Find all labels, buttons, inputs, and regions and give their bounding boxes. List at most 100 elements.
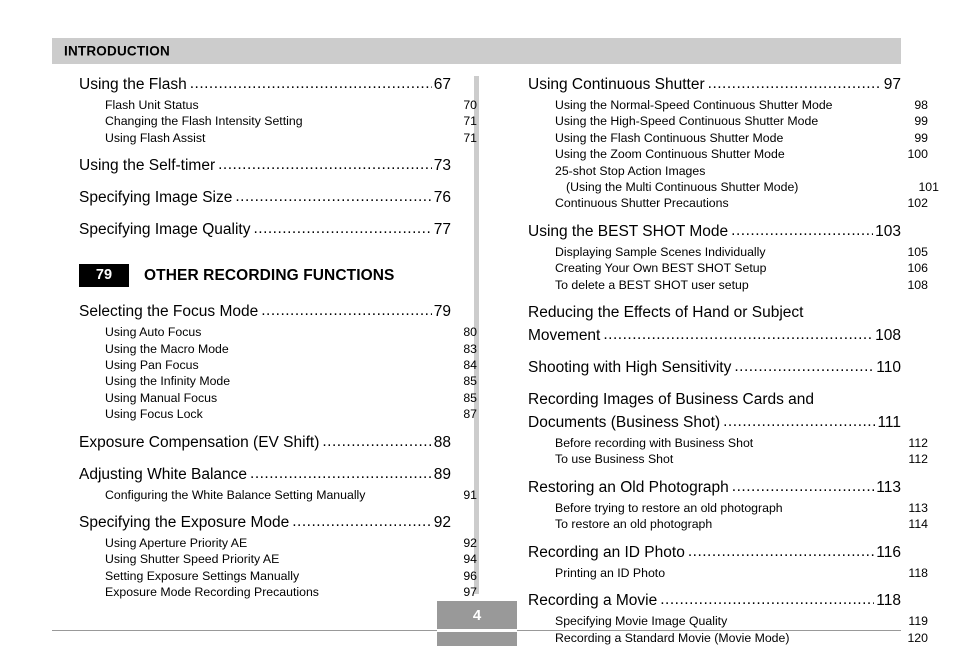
toc-entry-page-number: 94 [463,552,477,567]
toc-entry[interactable]: Recording an ID Photo 116 [528,540,901,565]
toc-entry[interactable]: To restore an old photograph 114 [528,516,928,532]
toc-entry[interactable]: 25-shot Stop Action Images [528,163,928,179]
toc-entry[interactable]: Restoring an Old Photograph 113 [528,475,901,500]
footer-page-number: 4 [472,607,482,624]
toc-entry[interactable]: Specifying Image Quality 77 [79,217,451,242]
toc-entry[interactable]: Selecting the Focus Mode 79 [79,299,451,324]
toc-entry[interactable]: Exposure Compensation (EV Shift) 88 [79,430,451,455]
toc-entry-page-number: 71 [463,114,477,129]
toc-entry-label: Exposure Compensation (EV Shift) [79,433,320,451]
toc-entry[interactable]: Using Manual Focus 85 [79,390,477,406]
toc-entry-page-number: 114 [908,517,928,532]
toc-entry[interactable]: Using Flash Assist 71 [79,130,477,146]
dot-leader [731,218,873,243]
dot-leader [322,429,431,454]
toc-entry[interactable]: Before recording with Business Shot 112 [528,435,928,451]
toc-entry[interactable]: Using Continuous Shutter 97 [528,72,901,97]
toc-entry-page-number: 118 [908,565,928,580]
toc-entry-label: Recording an ID Photo [528,543,685,561]
toc-entry-page-number: 76 [433,189,451,207]
toc-entry[interactable]: Flash Unit Status 70 [79,97,477,113]
footer-rule-gap [437,629,517,632]
toc-entry-label: To use Business Shot [555,452,674,467]
toc-entry[interactable]: Changing the Flash Intensity Setting 71 [79,113,477,129]
toc-page: INTRODUCTION Using the Flash 67 Flash Unit… [0,0,954,646]
toc-entry-label: Using the Self-timer [79,157,216,175]
toc-entry-label: Using the Flash Continuous Shutter Mode [555,130,784,145]
toc-entry-label: Using Continuous Shutter [528,76,705,93]
toc-entry[interactable]: Creating Your Own BEST SHOT Setup 106 [528,260,928,276]
toc-entry[interactable]: Shooting with High Sensitivity 110 [528,355,901,380]
toc-entry[interactable]: Displaying Sample Scenes Individually 105 [528,244,928,260]
toc-entry-label: Using Aperture Priority AE [105,536,248,551]
toc-entry-page-number: 102 [907,196,928,211]
toc-entry[interactable]: Specifying Movie Image Quality 119 [528,613,928,629]
toc-entry-page-number: 91 [463,487,477,502]
toc-entry-label: Documents (Business Shot) [528,414,721,432]
toc-entry[interactable]: Continuous Shutter Precautions 102 [528,195,928,211]
toc-entry-page-number: 119 [908,614,928,629]
toc-entry-page-number: 105 [907,244,928,259]
toc-entry[interactable]: Specifying Image Size 76 [79,185,451,210]
toc-entry[interactable]: (Using the Multi Continuous Shutter Mode… [528,179,939,195]
toc-entry[interactable]: Recording a Standard Movie (Movie Mode) 1… [528,630,928,646]
toc-entry[interactable]: Using the Self-timer 73 [79,153,451,178]
toc-entry-page-number: 79 [433,303,451,321]
toc-entry[interactable]: Using Aperture Priority AE 92 [79,535,477,551]
toc-entry[interactable]: Using the BEST SHOT Mode 103 [528,219,901,244]
toc-entry[interactable]: Using the High-Speed Continuous Shutter … [528,113,928,129]
toc-entry[interactable]: Printing an ID Photo 118 [528,565,928,581]
toc-entry-page-number: 101 [918,180,939,195]
toc-entry[interactable]: Documents (Business Shot) 111 [528,410,901,435]
toc-entry-label: Specifying Image Size [79,189,233,207]
toc-entry-label: Using Focus Lock [105,407,203,422]
toc-entry[interactable]: Exposure Mode Recording Precautions 97 [79,584,477,600]
toc-entry-label: Using Flash Assist [105,130,206,145]
chapter-number-badge: 79 [79,264,129,288]
dot-leader [253,216,431,241]
dot-leader [708,71,882,96]
toc-entry[interactable]: Specifying the Exposure Mode 92 [79,510,451,535]
toc-entry-label: Changing the Flash Intensity Setting [105,114,303,129]
toc-entry[interactable]: Recording a Movie 118 [528,588,901,613]
dot-leader [235,184,431,209]
dot-leader [603,322,873,347]
toc-entry[interactable]: Movement 108 [528,323,901,348]
dot-leader [688,539,874,564]
toc-entry-page-number: 99 [914,114,928,129]
toc-entry-page-number: 112 [908,452,928,467]
dot-leader [723,409,875,434]
footer-page-block: 4 [437,601,517,646]
toc-entry-label: Restoring an Old Photograph [528,478,729,496]
toc-entry-label: Using Auto Focus [105,325,202,340]
toc-entry-label: To restore an old photograph [555,517,713,532]
toc-entry-label: Flash Unit Status [105,98,199,112]
toc-entry[interactable]: Before trying to restore an old photogra… [528,500,928,516]
toc-entry-page-number: 108 [875,327,901,345]
toc-entry-label: Using the Normal-Speed Continuous Shutte… [555,98,833,112]
toc-entry-page-number: 92 [433,514,451,532]
toc-entry-label: Using Manual Focus [105,390,218,405]
toc-entry[interactable]: Using the Flash Continuous Shutter Mode 9… [528,130,928,146]
toc-entry[interactable]: Using Focus Lock 87 [79,406,477,422]
toc-entry[interactable]: Using the Normal-Speed Continuous Shutte… [528,97,928,113]
toc-entry-label: Selecting the Focus Mode [79,303,259,321]
dot-leader [261,298,432,323]
page-title: INTRODUCTION [64,43,170,59]
toc-entry[interactable]: Adjusting White Balance 89 [79,462,451,487]
toc-entry[interactable]: Using the Macro Mode 83 [79,341,477,357]
toc-entry[interactable]: Using the Flash 67 [79,72,451,97]
toc-entry-label: Creating Your Own BEST SHOT Setup [555,261,767,276]
toc-entry[interactable]: To delete a BEST SHOT user setup 108 [528,277,928,293]
dot-leader [292,509,432,534]
toc-entry[interactable]: Using the Infinity Mode 85 [79,373,477,389]
toc-entry-label: Before trying to restore an old photogra… [555,500,783,515]
toc-entry[interactable]: Using Auto Focus 80 [79,324,477,340]
toc-entry[interactable]: Using Shutter Speed Priority AE 94 [79,551,477,567]
toc-entry[interactable]: Setting Exposure Settings Manually 96 [79,568,477,584]
toc-entry[interactable]: To use Business Shot 112 [528,451,928,467]
toc-entry-label: Setting Exposure Settings Manually [105,568,300,583]
toc-entry[interactable]: Using the Zoom Continuous Shutter Mode 10… [528,146,928,162]
toc-entry[interactable]: Using Pan Focus 84 [79,357,477,373]
toc-entry[interactable]: Configuring the White Balance Setting Ma… [79,487,477,503]
